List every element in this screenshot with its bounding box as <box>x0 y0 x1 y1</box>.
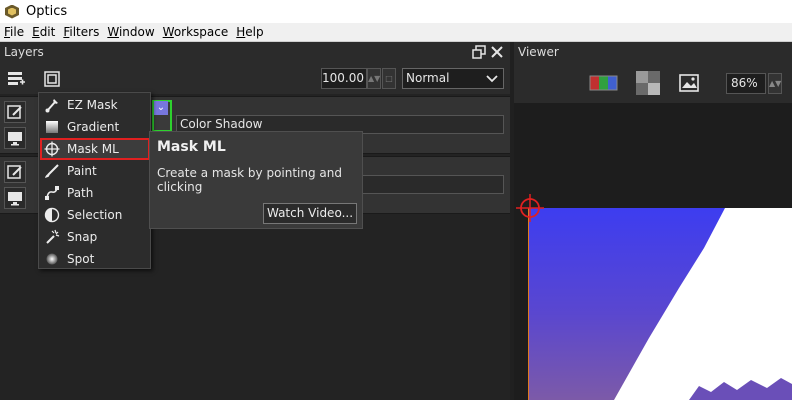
menu-workspace[interactable]: Workspace <box>159 23 233 42</box>
fit-frame-icon[interactable] <box>42 69 62 89</box>
mask-overlay <box>614 208 792 400</box>
tool-tooltip: Mask ML Create a mask by pointing and cl… <box>149 131 363 229</box>
spot-icon <box>44 251 60 267</box>
menu-item-spot[interactable]: Spot <box>40 248 150 270</box>
brush-icon <box>44 97 60 113</box>
image-preview-icon[interactable] <box>678 72 700 94</box>
gradient-icon <box>44 119 60 135</box>
menu-item-gradient[interactable]: Gradient <box>40 116 150 138</box>
opacity-input[interactable]: 100.00 <box>321 68 367 89</box>
menu-item-label: Mask ML <box>67 142 119 156</box>
layers-panel-header: Layers <box>0 42 510 63</box>
selection-icon <box>44 207 60 223</box>
blend-mode-select[interactable]: Normal <box>402 68 504 89</box>
tooltip-description: Create a mask by pointing and clicking <box>157 166 342 194</box>
menu-file[interactable]: File <box>0 23 28 42</box>
viewer-panel-title: Viewer <box>518 45 559 59</box>
menu-item-label: EZ Mask <box>67 98 118 112</box>
paint-brush-icon <box>44 163 60 179</box>
float-panel-icon[interactable] <box>472 45 486 59</box>
mask-view-icon[interactable] <box>635 70 661 96</box>
canvas-image <box>529 208 792 400</box>
menu-item-label: Spot <box>67 252 95 266</box>
layer-visibility-icon[interactable] <box>4 187 26 209</box>
title-bar: Optics <box>0 0 792 23</box>
app-logo-icon <box>4 4 20 20</box>
menu-item-label: Path <box>67 186 94 200</box>
menu-help[interactable]: Help <box>232 23 267 42</box>
menu-edit[interactable]: Edit <box>28 23 59 42</box>
menu-item-label: Gradient <box>67 120 120 134</box>
layer-visibility-icon[interactable] <box>4 127 26 149</box>
menu-item-label: Paint <box>67 164 97 178</box>
magic-wand-icon <box>44 229 60 245</box>
layer-edit-icon[interactable] <box>4 161 26 183</box>
thumbnail-chevron-icon[interactable]: ⌄ <box>154 101 168 115</box>
menu-filters[interactable]: Filters <box>59 23 103 42</box>
menu-item-paint[interactable]: Paint <box>40 160 150 182</box>
menu-item-snap[interactable]: Snap <box>40 226 150 248</box>
zoom-spin-icon[interactable]: ▲▼ <box>768 73 782 94</box>
layer-stack-icon[interactable] <box>6 69 26 89</box>
viewer-panel-header: Viewer <box>514 42 792 63</box>
menu-window[interactable]: Window <box>103 23 158 42</box>
canvas-edge-line <box>528 208 529 400</box>
opacity-spin-icon[interactable]: ▲▼ <box>367 68 381 89</box>
path-icon <box>44 185 60 201</box>
menu-item-selection[interactable]: Selection <box>40 204 150 226</box>
layer-edit-icon[interactable] <box>4 101 26 123</box>
menu-bar: File Edit Filters Window Workspace Help <box>0 23 792 42</box>
tooltip-title: Mask ML <box>157 139 226 155</box>
blend-mode-value: Normal <box>406 71 450 85</box>
watch-video-button[interactable]: Watch Video... <box>263 203 357 224</box>
layers-panel-title: Layers <box>4 45 44 59</box>
menu-item-label: Snap <box>67 230 98 244</box>
app-window: Optics File Edit Filters Window Workspac… <box>0 0 792 400</box>
menu-item-label: Selection <box>67 208 123 222</box>
menu-item-ez-mask[interactable]: EZ Mask <box>40 94 150 116</box>
menu-item-mask-ml[interactable]: Mask ML <box>40 138 150 160</box>
chevron-down-icon <box>486 69 498 94</box>
window-title: Optics <box>26 4 68 19</box>
mask-tool-menu: EZ Mask Gradient Mask ML Paint Path Sele… <box>38 92 151 269</box>
crosshair-cursor-icon <box>515 193 545 223</box>
zoom-input[interactable]: 86% <box>726 73 766 94</box>
opacity-lock-icon[interactable]: □ <box>382 68 396 89</box>
rgb-channels-icon[interactable] <box>589 73 619 93</box>
close-panel-icon[interactable] <box>490 45 504 59</box>
menu-item-path[interactable]: Path <box>40 182 150 204</box>
crosshair-icon <box>44 141 60 157</box>
